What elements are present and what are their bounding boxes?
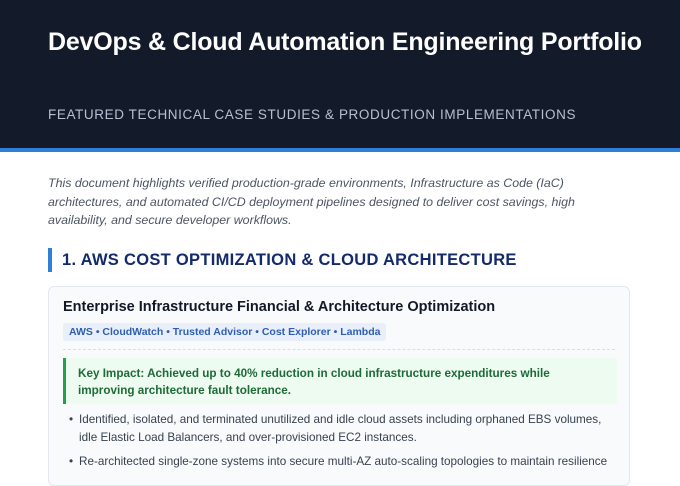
page-header: DevOps & Cloud Automation Engineering Po… [0,0,680,152]
card-title: Enterprise Infrastructure Financial & Ar… [63,299,496,315]
achievement-list: • Identified, isolated, and terminated u… [69,411,619,477]
page-subtitle: FEATURED TECHNICAL CASE STUDIES & PRODUC… [48,107,577,122]
list-item-text: Re-architected single-zone systems into … [79,455,608,468]
key-impact-callout: Key Impact: Achieved up to 40% reduction… [63,358,617,404]
list-item: • Identified, isolated, and terminated u… [69,411,619,447]
bullet-marker: • [69,455,74,468]
section-heading: 1. AWS COST OPTIMIZATION & CLOUD ARCHITE… [48,248,517,272]
page-title: DevOps & Cloud Automation Engineering Po… [48,28,642,56]
tech-tags: AWS • CloudWatch • Trusted Advisor • Cos… [63,323,387,341]
case-study-card: Enterprise Infrastructure Financial & Ar… [48,286,630,486]
intro-paragraph: This document highlights verified produc… [48,176,575,227]
list-item: • Re-architected single-zone systems int… [69,453,619,471]
card-divider [63,349,615,350]
bullet-marker: • [69,413,74,426]
list-item-text: Identified, isolated, and terminated unu… [79,413,602,444]
